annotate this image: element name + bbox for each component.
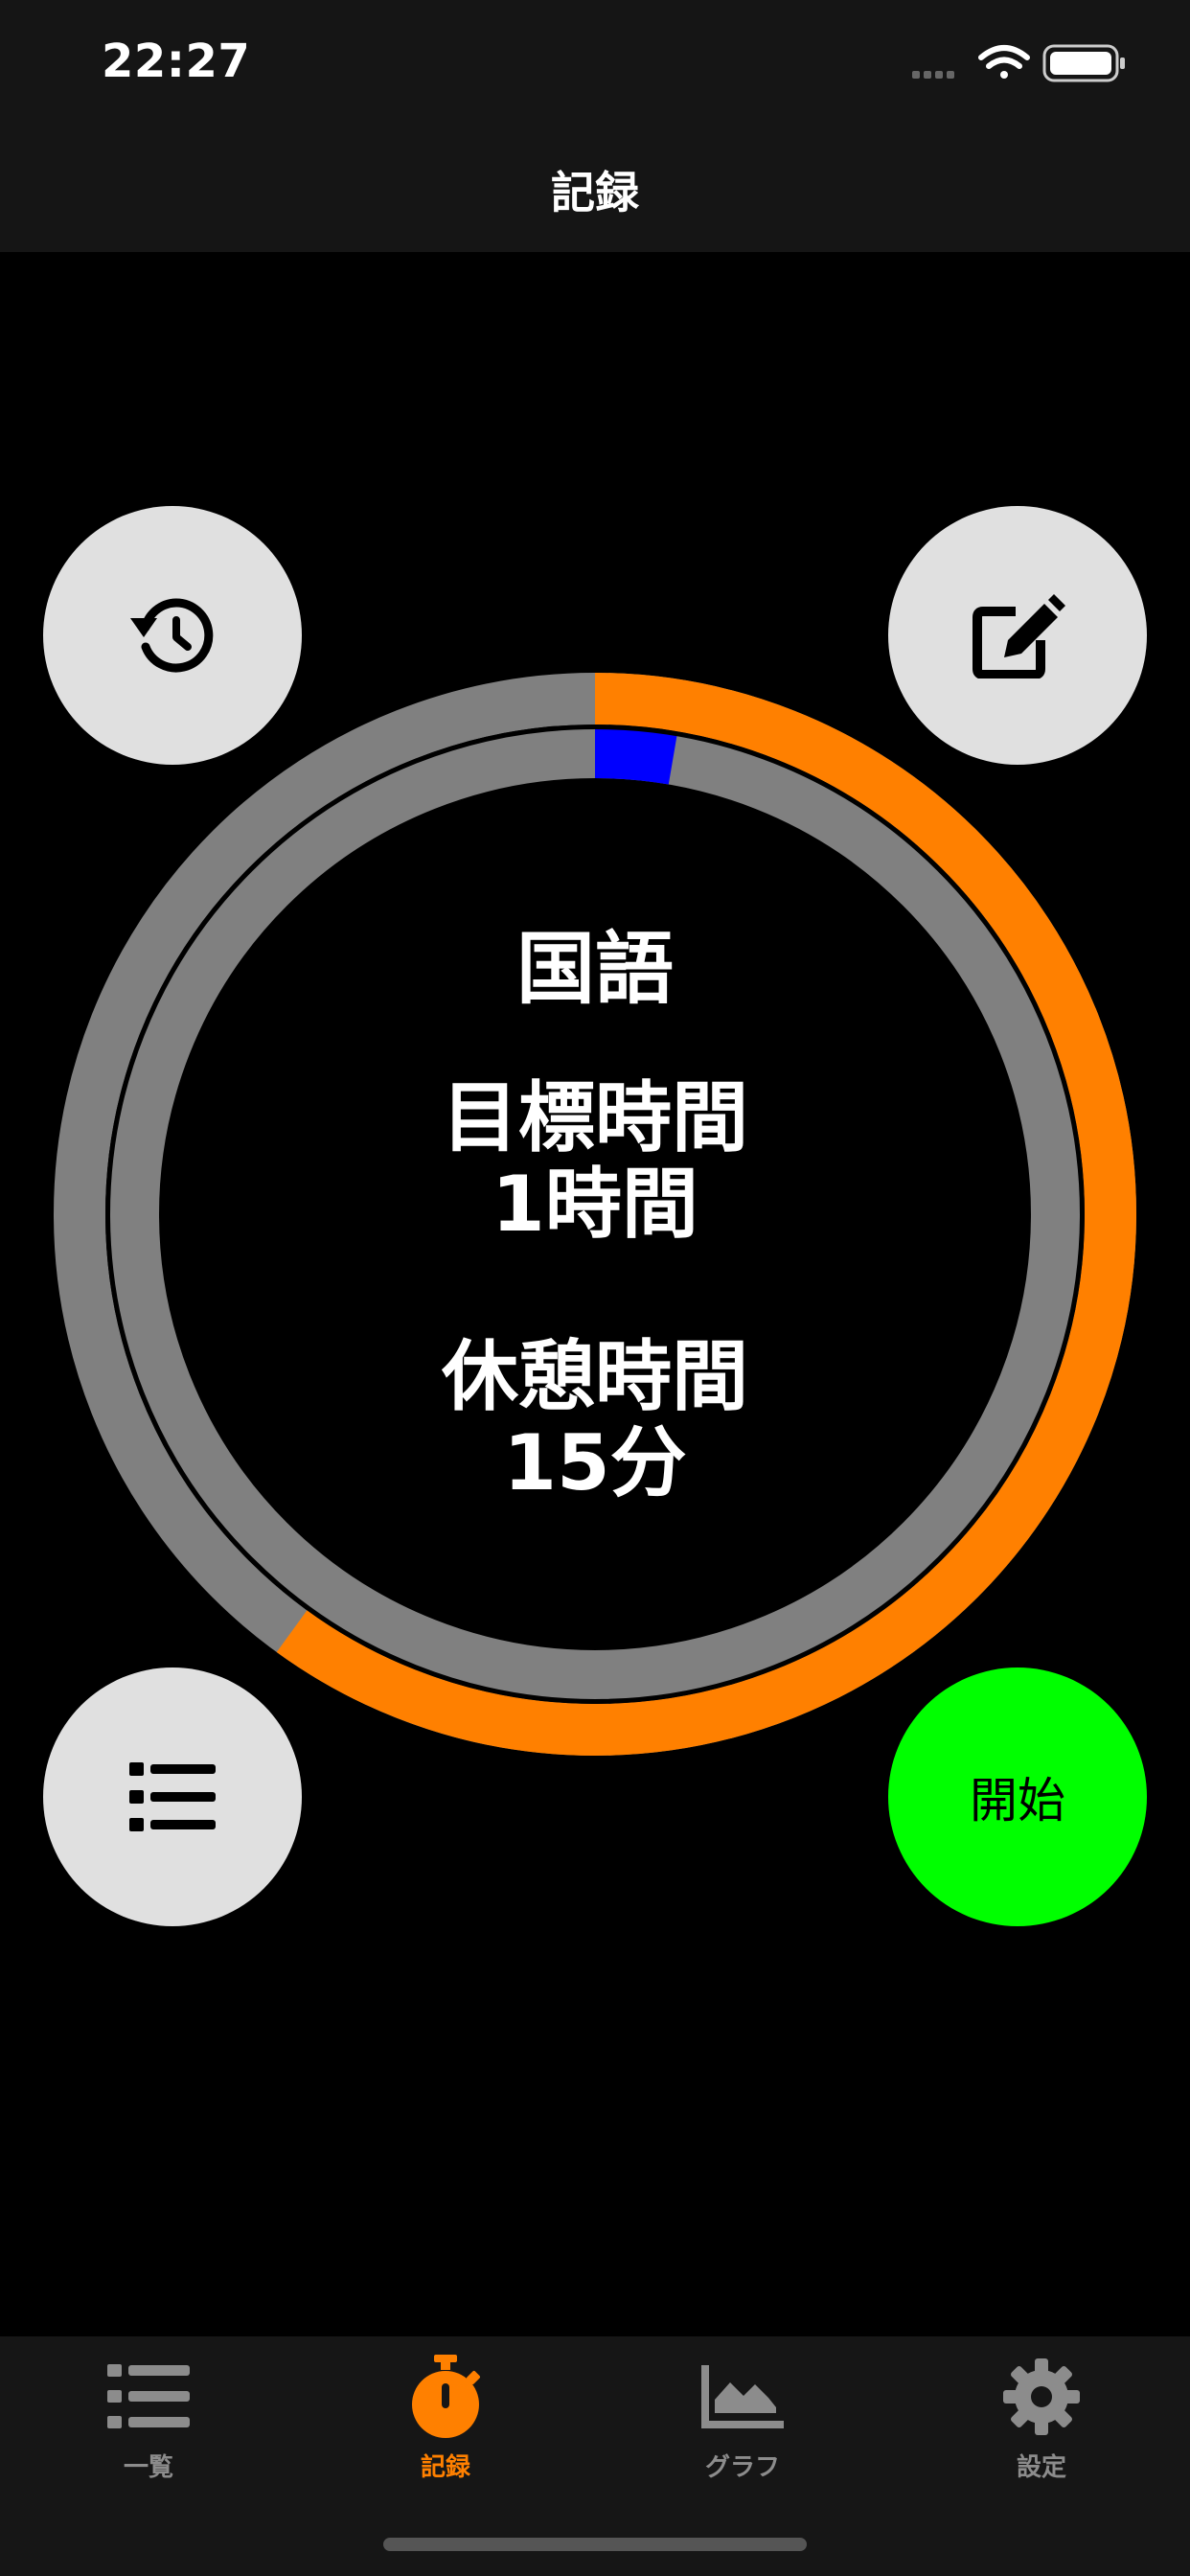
tab-settings-label: 設定 [1016, 2453, 1066, 2482]
tab-list[interactable]: 一覧 [0, 2336, 297, 2490]
goal-time-label: 目標時間 [442, 1073, 748, 1162]
tab-graph[interactable]: グラフ [594, 2336, 891, 2490]
tab-settings[interactable]: 設定 [893, 2336, 1190, 2490]
history-button[interactable] [43, 506, 302, 765]
area-chart-icon [701, 2365, 784, 2428]
goal-time-value: 1時間 [492, 1160, 698, 1249]
list-icon [129, 1762, 216, 1831]
start-button-label: 開始 [970, 1773, 1065, 1828]
break-time-label: 休憩時間 [442, 1332, 748, 1421]
tab-record[interactable]: 記録 [297, 2336, 594, 2490]
tab-graph-label: グラフ [704, 2453, 780, 2482]
progress-ring [54, 673, 1136, 1756]
home-indicator [383, 2538, 807, 2551]
subject-name: 国語 [515, 924, 674, 1015]
stopwatch-icon [412, 2355, 480, 2438]
list-icon [107, 2364, 190, 2428]
history-icon [130, 598, 214, 673]
edit-icon [973, 594, 1065, 678]
break-time-value: 15分 [503, 1418, 687, 1507]
subject-list-button[interactable] [43, 1668, 302, 1926]
start-button[interactable]: 開始 [888, 1668, 1147, 1926]
edit-button[interactable] [888, 506, 1147, 765]
gear-icon [1003, 2358, 1080, 2435]
tab-list-label: 一覧 [123, 2453, 173, 2482]
tab-record-label: 記録 [420, 2453, 470, 2482]
